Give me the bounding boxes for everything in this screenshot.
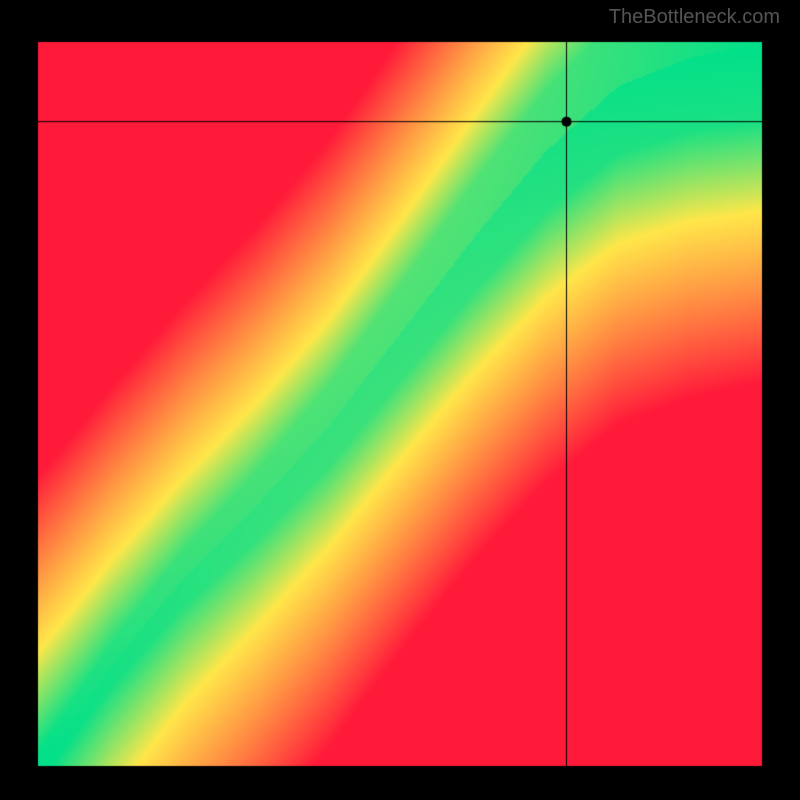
- bottleneck-heatmap: [0, 0, 800, 800]
- attribution-label: TheBottleneck.com: [609, 6, 780, 29]
- chart-container: TheBottleneck.com: [0, 0, 800, 800]
